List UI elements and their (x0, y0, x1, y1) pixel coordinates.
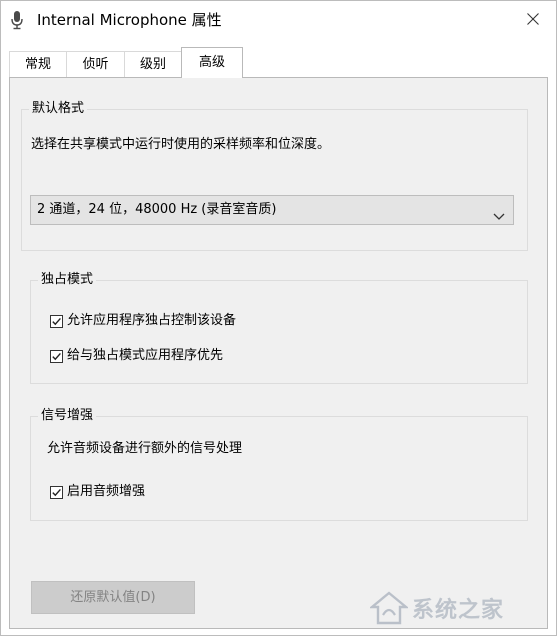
close-button[interactable] (510, 1, 556, 37)
sample-format-dropdown[interactable]: 2 通道，24 位，48000 Hz (录音室音质) (30, 195, 514, 225)
tab-general[interactable]: 常规 (9, 51, 67, 77)
exclusive-mode-group: 独占模式 允许应用程序独占控制该设备 给与独占模式应用程序优先 (30, 271, 528, 384)
signal-enhancement-description: 允许音频设备进行额外的信号处理 (47, 441, 243, 456)
window-title: Internal Microphone 属性 (37, 11, 222, 29)
title-bar[interactable]: Internal Microphone 属性 (1, 1, 556, 39)
advanced-tab-panel: 默认格式 选择在共享模式中运行时使用的采样频率和位深度。 2 通道，24 位，4… (9, 77, 548, 629)
checkmark-icon (52, 317, 61, 325)
checkmark-icon (52, 488, 61, 496)
signal-enhancement-label: 信号增强 (38, 407, 97, 425)
properties-dialog: Internal Microphone 属性 常规 侦听 级别 高级 默认格式 … (0, 0, 557, 636)
restore-defaults-button[interactable]: 还原默认值(D) (31, 581, 195, 614)
tab-listen[interactable]: 侦听 (66, 51, 125, 77)
default-format-label: 默认格式 (29, 100, 88, 118)
enable-audio-enhancement-checkbox[interactable] (50, 485, 63, 499)
allow-exclusive-control-checkbox[interactable] (50, 314, 63, 328)
default-format-description: 选择在共享模式中运行时使用的采样频率和位深度。 (31, 137, 331, 152)
microphone-icon (10, 10, 24, 30)
allow-exclusive-control-label: 允许应用程序独占控制该设备 (67, 313, 237, 328)
close-icon (527, 10, 539, 29)
allow-exclusive-control-checkbox-row[interactable]: 允许应用程序独占控制该设备 (50, 312, 236, 330)
checkmark-icon (52, 352, 61, 360)
exclusive-mode-label: 独占模式 (38, 271, 97, 289)
exclusive-priority-checkbox[interactable] (50, 349, 63, 363)
exclusive-priority-label: 给与独占模式应用程序优先 (67, 348, 224, 363)
exclusive-priority-checkbox-row[interactable]: 给与独占模式应用程序优先 (50, 347, 223, 365)
tab-levels[interactable]: 级别 (124, 51, 182, 77)
tab-advanced[interactable]: 高级 (181, 47, 243, 78)
enable-audio-enhancement-label: 启用音频增强 (67, 484, 146, 499)
signal-enhancement-group: 信号增强 允许音频设备进行额外的信号处理 启用音频增强 (30, 407, 528, 521)
sample-format-value: 2 通道，24 位，48000 Hz (录音室音质) (37, 202, 277, 217)
chevron-down-icon (493, 205, 505, 220)
enable-audio-enhancement-checkbox-row[interactable]: 启用音频增强 (50, 483, 145, 501)
default-format-group: 默认格式 选择在共享模式中运行时使用的采样频率和位深度。 2 通道，24 位，4… (21, 100, 528, 251)
